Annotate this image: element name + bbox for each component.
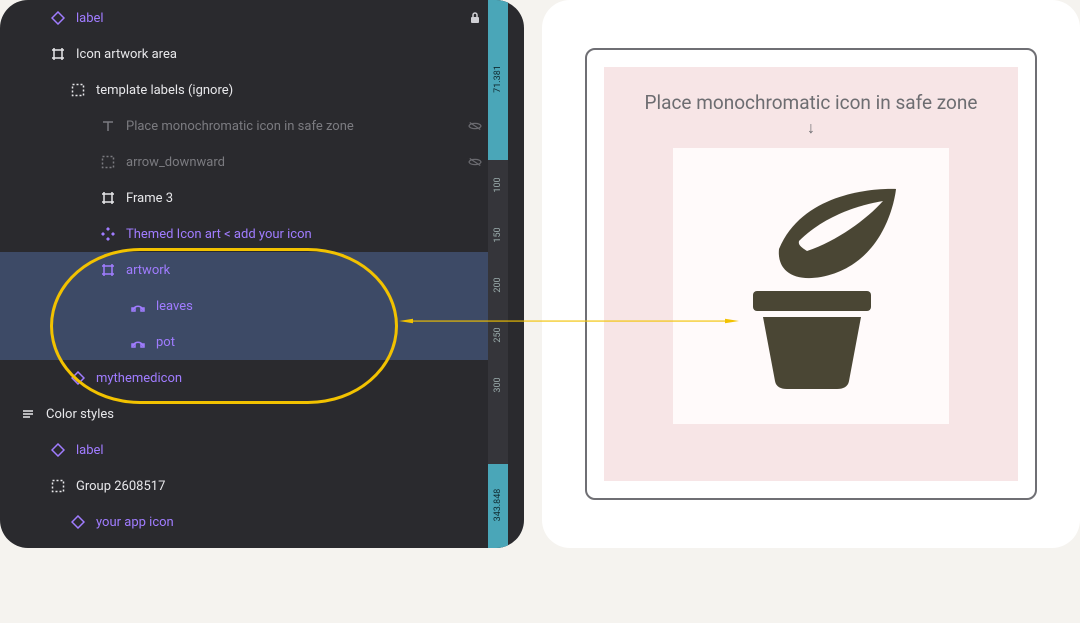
hidden-eye-icon — [468, 155, 482, 169]
layer-label: Color styles — [46, 407, 114, 422]
ruler: 71.381 343.848 100 150 200 250 300 — [488, 0, 508, 548]
ruler-segment: 343.848 — [488, 464, 508, 548]
layer-label: arrow_downward — [126, 155, 225, 170]
layer-row-themed-icon[interactable]: Themed Icon art < add your icon — [0, 216, 488, 252]
layer-row-leaves[interactable]: leaves — [0, 288, 488, 324]
ruler-tick: 250 — [493, 327, 503, 342]
layer-label: leaves — [156, 299, 193, 314]
layer-row-hint-text[interactable]: Place monochromatic icon in safe zone — [0, 108, 488, 144]
layer-row-pot[interactable]: pot — [0, 324, 488, 360]
plant-icon — [711, 179, 911, 393]
vector-icon — [130, 334, 146, 350]
layer-label: Icon artwork area — [76, 47, 177, 62]
layers-panel[interactable]: label Icon artwork area template labels (i… — [0, 0, 524, 548]
ruler-segment-label: 343.848 — [493, 489, 503, 522]
diamond-icon — [50, 442, 66, 458]
diamond-icon — [70, 370, 86, 386]
layer-label: label — [76, 443, 104, 458]
canvas-preview: Place monochromatic icon in safe zone ↓ — [542, 0, 1080, 548]
diamond-icon — [50, 10, 66, 26]
layer-label: your app icon — [96, 515, 174, 530]
ruler-segment-label: 71.381 — [493, 65, 503, 93]
layer-row-mythemedicon[interactable]: mythemedicon — [0, 360, 488, 396]
layer-label: Themed Icon art < add your icon — [126, 227, 312, 242]
layer-row-group-2608517[interactable]: Group 2608517 — [0, 468, 488, 504]
layer-label: label — [76, 11, 104, 26]
hidden-eye-icon — [468, 119, 482, 133]
safe-zone: Place monochromatic icon in safe zone ↓ — [604, 67, 1018, 481]
ruler-tick: 100 — [493, 177, 503, 192]
ruler-tick: 300 — [493, 377, 503, 392]
layer-row-your-app-icon[interactable]: your app icon — [0, 504, 488, 540]
layer-label: Frame 3 — [126, 191, 173, 206]
frame-icon — [100, 190, 116, 206]
frame-icon — [100, 262, 116, 278]
ruler-tick: 150 — [493, 227, 503, 242]
layer-row-color-styles[interactable]: Color styles — [0, 396, 488, 432]
layer-label: template labels (ignore) — [96, 83, 233, 98]
ruler-segment: 71.381 — [488, 0, 508, 160]
layer-row-arrow-down[interactable]: arrow_downward — [0, 144, 488, 180]
lock-icon — [468, 11, 482, 25]
vector-icon — [130, 298, 146, 314]
arrow-down-icon: ↓ — [807, 118, 815, 138]
layer-row-frame-3[interactable]: Frame 3 — [0, 180, 488, 216]
text-icon — [100, 118, 116, 134]
layer-row-artwork[interactable]: artwork — [0, 252, 488, 288]
diamond-icon — [70, 514, 86, 530]
component-icon — [100, 226, 116, 242]
frame-icon — [50, 46, 66, 62]
layer-label: mythemedicon — [96, 371, 182, 386]
ruler-tick: 200 — [493, 277, 503, 292]
canvas-frame: Place monochromatic icon in safe zone ↓ — [585, 48, 1037, 500]
list-icon — [20, 406, 36, 422]
layer-row-cs-label[interactable]: label — [0, 432, 488, 468]
layer-label: pot — [156, 335, 175, 350]
group-icon — [70, 82, 86, 98]
hint-text: Place monochromatic icon in safe zone — [645, 91, 978, 114]
group-icon — [100, 154, 116, 170]
group-icon — [50, 478, 66, 494]
layer-row-label-top[interactable]: label — [0, 0, 488, 36]
layer-label: Place monochromatic icon in safe zone — [126, 119, 354, 134]
layer-label: Group 2608517 — [76, 479, 165, 494]
artwork-box — [673, 148, 949, 424]
layer-row-tmpl-labels[interactable]: template labels (ignore) — [0, 72, 488, 108]
layer-row-icon-area[interactable]: Icon artwork area — [0, 36, 488, 72]
layer-label: artwork — [126, 263, 170, 278]
